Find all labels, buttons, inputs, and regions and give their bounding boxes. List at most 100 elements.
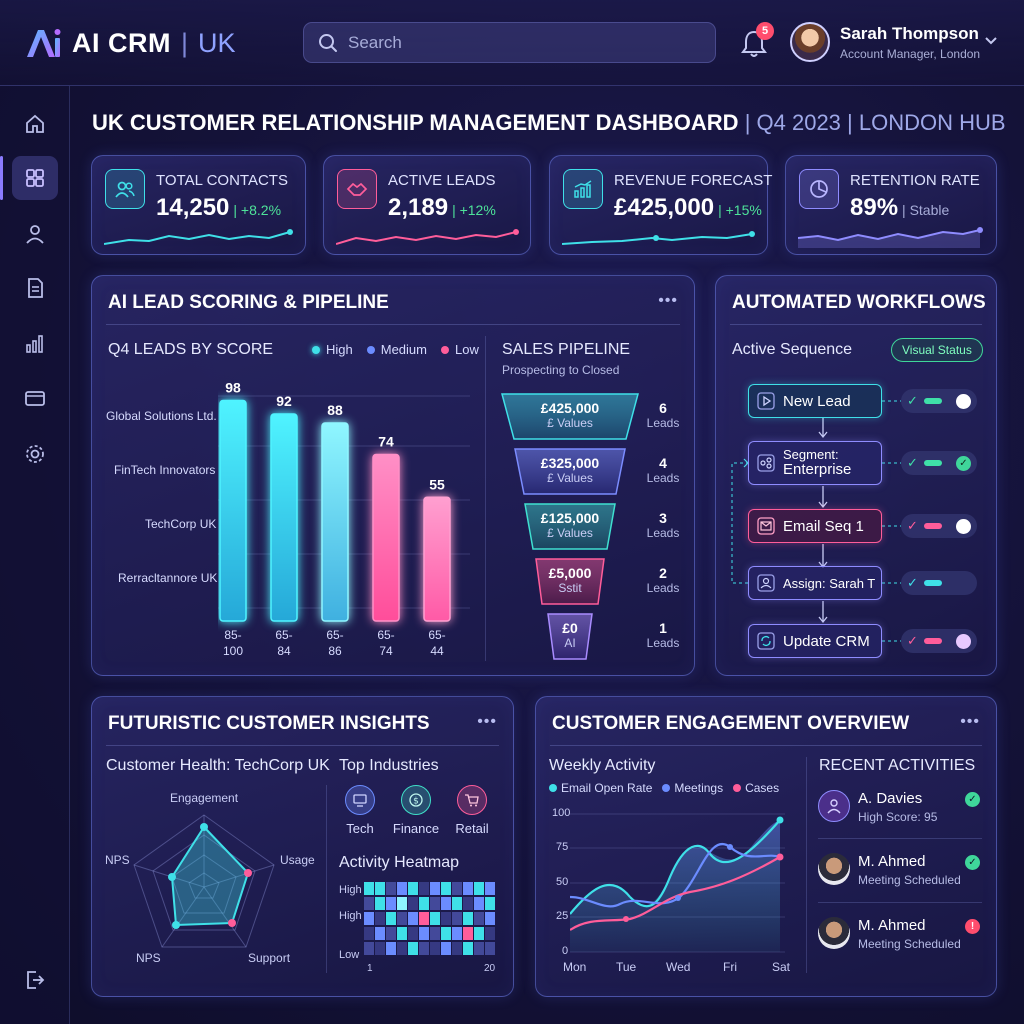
workflow-node-segment[interactable]: Segment: Enterprise xyxy=(748,441,882,485)
divider xyxy=(550,745,982,746)
toggle-knob xyxy=(956,518,971,534)
category-tick-label: 100 xyxy=(223,644,243,658)
refresh-icon xyxy=(757,632,775,650)
workflow-node-update-crm[interactable]: Update CRM xyxy=(748,624,882,658)
workflow-node-email[interactable]: Email Seq 1 xyxy=(748,509,882,543)
category-tick-label: 65- xyxy=(428,628,445,642)
radar-axis-label: Engagement xyxy=(170,791,239,805)
settings-icon xyxy=(26,445,44,463)
category-tick-label: 86 xyxy=(328,644,342,658)
app-name: AI CRM xyxy=(72,27,171,58)
nav-settings[interactable] xyxy=(12,432,58,476)
heatmap-cell xyxy=(474,912,484,925)
more-options-icon[interactable]: ••• xyxy=(477,713,497,731)
kpi-card-leads[interactable]: ACTIVE LEADS 2,189 | +12% xyxy=(323,155,531,255)
y-tick: 75 xyxy=(556,841,569,853)
nav-contacts[interactable] xyxy=(12,212,58,256)
sparkline xyxy=(104,229,293,245)
legend-meetings: Meetings xyxy=(662,781,723,795)
app-region: UK xyxy=(198,27,236,58)
panel-title: AI LEAD SCORING & PIPELINE xyxy=(108,292,389,313)
home-icon xyxy=(26,114,44,133)
search-bar[interactable] xyxy=(303,22,716,63)
coin-icon: $ xyxy=(401,785,431,815)
stage-lead-count: 2 Leads xyxy=(646,565,680,595)
workflow-node-assign[interactable]: Assign: Sarah T xyxy=(748,566,882,600)
activity-detail: Meeting Scheduled xyxy=(858,937,961,951)
divider xyxy=(326,785,327,973)
heatmap-cell xyxy=(364,912,374,925)
nav-dashboard[interactable] xyxy=(12,156,58,200)
heatmap-cell xyxy=(408,897,418,910)
heatmap-cell xyxy=(430,882,440,895)
activity-name: M. Ahmed xyxy=(858,917,926,934)
check-icon: ✓ xyxy=(907,393,918,408)
industry-tech[interactable]: Tech xyxy=(332,785,388,836)
customer-health-radar xyxy=(133,814,275,948)
panel-title: FUTURISTIC CUSTOMER INSIGHTS xyxy=(108,713,430,734)
search-input[interactable] xyxy=(348,32,688,53)
activity-heatmap xyxy=(364,882,496,958)
analytics-icon xyxy=(26,335,43,353)
company-label: FinTech Innovators xyxy=(114,463,216,477)
industry-label: Tech xyxy=(346,821,374,836)
nav-logout[interactable] xyxy=(12,958,58,1002)
kpi-delta: | +15% xyxy=(718,202,762,218)
sparkline xyxy=(562,231,755,245)
check-circle-icon: ✓ xyxy=(965,792,980,807)
kpi-value: 14,250 | +8.2% xyxy=(156,194,282,221)
toggle-track xyxy=(923,580,942,586)
heatmap-x-end: 20 xyxy=(484,963,496,974)
user-role: Account Manager, London xyxy=(840,46,981,61)
heatmap-cell xyxy=(430,942,440,955)
activity-item[interactable]: M. Ahmed Meeting Scheduled ✓ xyxy=(818,853,980,909)
divider xyxy=(818,838,982,839)
workflow-toggle[interactable]: ✓ xyxy=(901,571,977,595)
heatmap-cell xyxy=(441,897,451,910)
kpi-card-contacts[interactable]: TOTAL CONTACTS 14,250 | +8.2% xyxy=(91,155,306,255)
workflows-panel: AUTOMATED WORKFLOWS Active Sequence Visu… xyxy=(715,275,997,676)
kpi-card-revenue[interactable]: REVENUE FORECAST £425,000 | +15% xyxy=(549,155,772,255)
users-icon xyxy=(105,169,145,209)
kpi-delta: | +12% xyxy=(452,202,496,218)
nav-home[interactable] xyxy=(12,102,58,146)
kpi-delta: | Stable xyxy=(902,202,950,218)
industry-finance[interactable]: $ Finance xyxy=(388,785,444,836)
workflow-toggle[interactable]: ✓ xyxy=(901,389,977,413)
avatar xyxy=(818,917,850,949)
search-icon xyxy=(319,33,337,52)
app-logo[interactable]: AI CRM | UK xyxy=(24,24,236,62)
more-options-icon[interactable]: ••• xyxy=(960,713,980,731)
heatmap-cell xyxy=(452,927,462,940)
heatmap-cell xyxy=(441,882,451,895)
heatmap-cell xyxy=(452,912,462,925)
node-label: Segment: xyxy=(783,447,839,463)
bar-65-74 xyxy=(372,453,400,622)
x-tick: Mon xyxy=(563,960,587,974)
activity-item[interactable]: M. Ahmed Meeting Scheduled ! xyxy=(818,917,980,973)
chevron-down-icon[interactable] xyxy=(984,36,998,46)
chart-title: Q4 LEADS BY SCORE xyxy=(108,341,274,358)
workflow-toggle[interactable]: ✓ xyxy=(901,514,977,538)
workflow-toggle[interactable]: ✓ ✓ xyxy=(901,451,977,475)
legend-cases: Cases xyxy=(733,781,779,795)
industry-retail[interactable]: Retail xyxy=(444,785,500,836)
category-tick-label: 85- xyxy=(224,628,241,642)
kpi-label: RETENTION RATE xyxy=(850,172,980,189)
kpi-card-retention[interactable]: RETENTION RATE 89% | Stable xyxy=(785,155,997,255)
divider xyxy=(818,902,982,903)
user-profile[interactable]: Sarah Thompson Account Manager, London xyxy=(790,22,980,62)
contacts-icon xyxy=(26,225,44,244)
page-title-main: UK CUSTOMER RELATIONSHIP MANAGEMENT DASH… xyxy=(92,110,739,135)
sparkline xyxy=(336,229,519,245)
workflow-node-new-lead[interactable]: New Lead xyxy=(748,384,882,418)
more-options-icon[interactable]: ••• xyxy=(658,292,678,310)
nav-documents[interactable] xyxy=(12,266,58,310)
heatmap-cell xyxy=(463,912,473,925)
heatmap-cell xyxy=(474,942,484,955)
nav-analytics[interactable] xyxy=(12,322,58,366)
notification-badge: 5 xyxy=(756,22,774,40)
trend-chart-icon xyxy=(563,169,603,209)
workflow-toggle[interactable]: ✓ xyxy=(901,629,977,653)
nav-wallet[interactable] xyxy=(12,376,58,420)
